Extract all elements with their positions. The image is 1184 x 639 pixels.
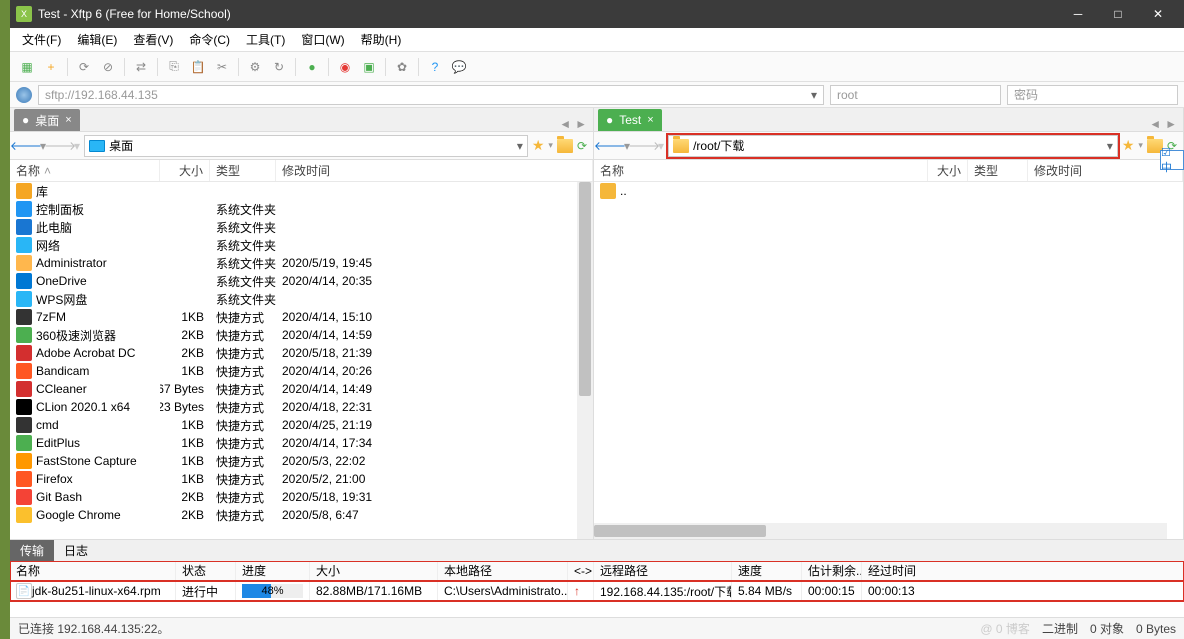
title-bar: X Test - Xftp 6 (Free for Home/School) ─… — [10, 0, 1184, 28]
paste-button[interactable]: 📋 — [187, 56, 209, 78]
close-icon[interactable]: × — [647, 114, 653, 126]
desktop-icon — [89, 140, 105, 152]
terminal-button[interactable]: ▣ — [358, 56, 380, 78]
list-item[interactable]: Adobe Acrobat DC2KB快捷方式2020/5/18, 21:39 — [10, 344, 593, 362]
transfer-mode: 二进制 — [1042, 620, 1078, 637]
new-session-button[interactable]: ▦ — [16, 56, 38, 78]
close-button[interactable]: ✕ — [1138, 0, 1178, 28]
watermark: @ 0 博客 — [980, 620, 1030, 637]
password-input[interactable]: 密码 — [1007, 85, 1178, 105]
app-icon: X — [16, 6, 32, 22]
list-item[interactable]: 360极速浏览器2KB快捷方式2020/4/14, 14:59 — [10, 326, 593, 344]
menu-item[interactable]: 编辑(E) — [69, 29, 125, 51]
new-tab-button[interactable]: + — [40, 56, 62, 78]
reconnect-button[interactable]: ⟳ — [73, 56, 95, 78]
local-path-input[interactable]: 桌面▾ — [84, 135, 528, 157]
xshell-button[interactable]: ◉ — [334, 56, 356, 78]
options-button[interactable]: ✿ — [391, 56, 413, 78]
list-item[interactable]: WPS网盘系统文件夹 — [10, 290, 593, 308]
menu-item[interactable]: 查看(V) — [125, 29, 181, 51]
list-item[interactable]: OneDrive系统文件夹2020/4/14, 20:35 — [10, 272, 593, 290]
list-item[interactable]: FastStone Capture1KB快捷方式2020/5/3, 22:02 — [10, 452, 593, 470]
local-tab[interactable]: ● 桌面 × — [14, 109, 80, 131]
local-file-list[interactable]: 名称 ˄ 大小 类型 修改时间 库控制面板系统文件夹此电脑系统文件夹网络系统文件… — [10, 160, 593, 539]
props-button[interactable]: ⚙ — [244, 56, 266, 78]
list-item[interactable]: cmd1KB快捷方式2020/4/25, 21:19 — [10, 416, 593, 434]
progress-bar: 48% — [242, 584, 303, 598]
list-item[interactable]: 控制面板系统文件夹 — [10, 200, 593, 218]
copy-button[interactable]: ⎘ — [163, 56, 185, 78]
list-item[interactable]: 网络系统文件夹 — [10, 236, 593, 254]
cut-button[interactable]: ✂ — [211, 56, 233, 78]
remote-tab[interactable]: ● Test × — [598, 109, 662, 131]
list-item[interactable]: .. — [594, 182, 1183, 200]
list-item[interactable]: Git Bash2KB快捷方式2020/5/18, 19:31 — [10, 488, 593, 506]
sync-button[interactable]: ⇄ — [130, 56, 152, 78]
feedback-button[interactable]: 💬 — [448, 56, 470, 78]
menu-item[interactable]: 帮助(H) — [353, 29, 410, 51]
remote-path-input[interactable]: /root/下载▾ — [668, 135, 1118, 157]
menu-item[interactable]: 命令(C) — [181, 29, 238, 51]
bookmark-icon[interactable]: ★ — [532, 137, 545, 154]
list-item[interactable]: CLion 2020.1 x64723 Bytes快捷方式2020/4/18, … — [10, 398, 593, 416]
forward-button[interactable]: 🡒 — [634, 136, 654, 156]
transfer-area: 名称 状态 进度 大小 本地路径 <-> 远程路径 速度 估计剩余... 经过时… — [10, 561, 1184, 617]
list-item[interactable]: Bandicam1KB快捷方式2020/4/14, 20:26 — [10, 362, 593, 380]
vscrollbar[interactable] — [577, 182, 593, 539]
status-bar: 已连接 192.168.44.135:22。 @ 0 博客 二进制 0 对象 0… — [10, 617, 1184, 639]
folder-icon — [673, 139, 689, 153]
back-button[interactable]: 🡐 — [600, 136, 620, 156]
log-tab[interactable]: 日志 — [54, 540, 98, 562]
upload-arrow-icon: ↑ — [568, 581, 594, 601]
tab-next-button[interactable]: ► — [1165, 117, 1177, 131]
remote-file-list[interactable]: 名称 大小 类型 修改时间 .. — [594, 160, 1183, 539]
list-item[interactable]: EditPlus1KB快捷方式2020/4/14, 17:34 — [10, 434, 593, 452]
transfer-row[interactable]: 📄jdk-8u251-linux-x64.rpm 进行中 48% 82.88MB… — [10, 581, 1184, 601]
disconnect-button[interactable]: ⊘ — [97, 56, 119, 78]
view-button[interactable]: ● — [301, 56, 323, 78]
address-input[interactable]: sftp://192.168.44.135▾ — [38, 85, 824, 105]
list-item[interactable]: Firefox1KB快捷方式2020/5/2, 21:00 — [10, 470, 593, 488]
local-pane: ● 桌面 × ◄► 🡐▾ 🡒▾ 桌面▾ ★▾ ⟳ 名称 ˄ 大小 类型 修改时间 — [10, 108, 594, 539]
forward-button[interactable]: 🡒 — [50, 136, 70, 156]
maximize-button[interactable]: □ — [1098, 0, 1138, 28]
tab-next-button[interactable]: ► — [575, 117, 587, 131]
help-button[interactable]: ? — [424, 56, 446, 78]
list-item[interactable]: 7zFM1KB快捷方式2020/4/14, 15:10 — [10, 308, 593, 326]
tab-prev-button[interactable]: ◄ — [1149, 117, 1161, 131]
username-input[interactable]: root — [830, 85, 1001, 105]
float-button[interactable]: ☑ 中 — [1160, 150, 1184, 170]
refresh-icon[interactable]: ⟳ — [577, 139, 587, 153]
window-title: Test - Xftp 6 (Free for Home/School) — [38, 7, 1058, 21]
transfer-tab[interactable]: 传输 — [10, 540, 54, 562]
address-row: sftp://192.168.44.135▾ root 密码 — [10, 82, 1184, 108]
list-item[interactable]: CCleaner867 Bytes快捷方式2020/4/14, 14:49 — [10, 380, 593, 398]
menu-item[interactable]: 工具(T) — [238, 29, 293, 51]
menu-bar: 文件(F)编辑(E)查看(V)命令(C)工具(T)窗口(W)帮助(H) — [10, 28, 1184, 52]
tab-prev-button[interactable]: ◄ — [559, 117, 571, 131]
minimize-button[interactable]: ─ — [1058, 0, 1098, 28]
hscrollbar[interactable] — [594, 523, 1167, 539]
bottom-tabs: 传输 日志 — [10, 539, 1184, 561]
close-icon[interactable]: × — [65, 114, 71, 126]
connection-status: 已连接 192.168.44.135:22。 — [18, 620, 169, 637]
bookmark-icon[interactable]: ★ — [1122, 137, 1135, 154]
menu-item[interactable]: 文件(F) — [14, 29, 69, 51]
remote-pane: ● Test × ◄► 🡐▾ 🡒▾ /root/下载▾ ★▾ ⟳ 名称 大小 类… — [594, 108, 1184, 539]
object-count: 0 对象 — [1090, 620, 1124, 637]
open-folder-icon[interactable] — [557, 139, 573, 153]
back-button[interactable]: 🡐 — [16, 136, 36, 156]
list-item[interactable]: 库 — [10, 182, 593, 200]
byte-count: 0 Bytes — [1136, 622, 1176, 636]
toolbar: ▦ + ⟳ ⊘ ⇄ ⎘ 📋 ✂ ⚙ ↻ ● ◉ ▣ ✿ ? 💬 — [10, 52, 1184, 82]
list-item[interactable]: 此电脑系统文件夹 — [10, 218, 593, 236]
list-item[interactable]: Administrator系统文件夹2020/5/19, 19:45 — [10, 254, 593, 272]
menu-item[interactable]: 窗口(W) — [293, 29, 352, 51]
refresh-button[interactable]: ↻ — [268, 56, 290, 78]
list-item[interactable]: Google Chrome2KB快捷方式2020/5/8, 6:47 — [10, 506, 593, 524]
globe-icon — [16, 87, 32, 103]
